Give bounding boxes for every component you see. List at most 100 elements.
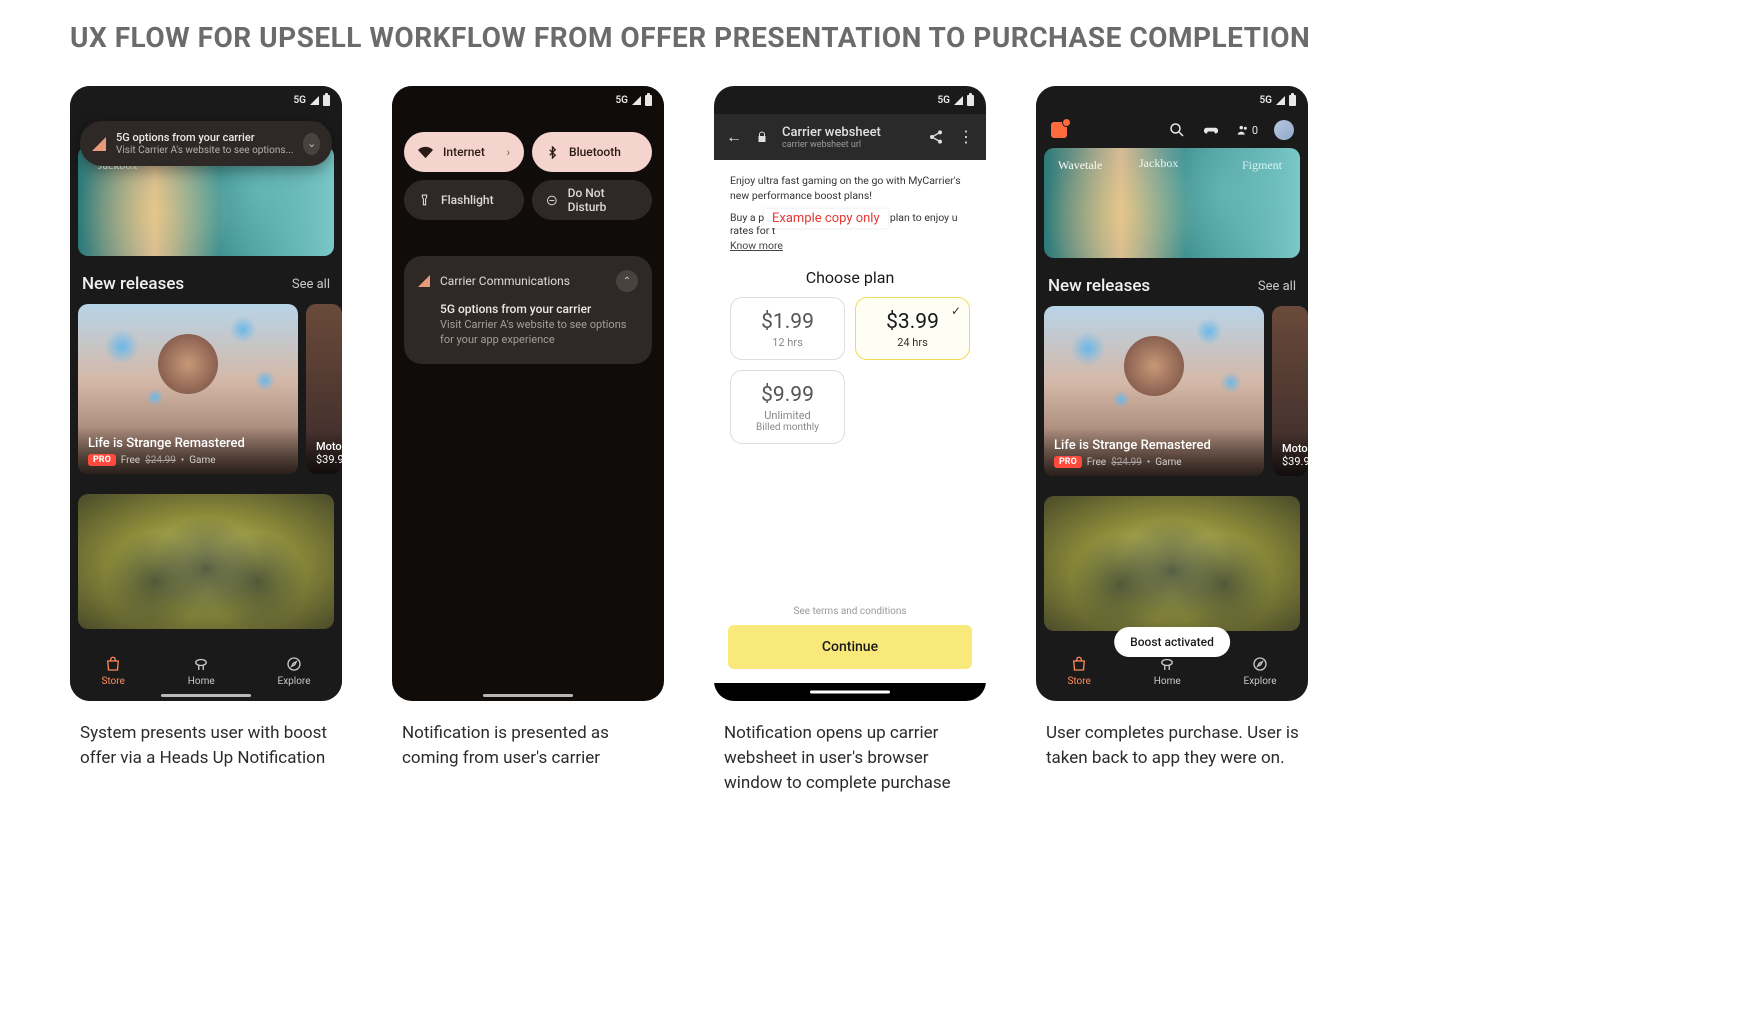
qs-dnd[interactable]: Do Not Disturb — [532, 180, 652, 220]
plan-grid: $1.99 12 hrs $3.99 24 hrs $9.99 Unlimite… — [730, 297, 970, 444]
status-bar: 5G — [70, 86, 342, 114]
heads-up-notification[interactable]: 5G options from your carrier Visit Carri… — [80, 121, 332, 166]
plan-3-sub: Billed monthly — [739, 422, 836, 433]
battery-icon — [645, 95, 652, 106]
nav-store-label: Store — [1067, 676, 1090, 687]
nav-explore[interactable]: Explore — [278, 655, 311, 687]
hun-subtitle: Visit Carrier A's website to see options… — [116, 145, 293, 156]
home-indicator[interactable] — [483, 694, 573, 697]
qs-bluetooth[interactable]: Bluetooth — [532, 132, 652, 172]
battery-icon — [967, 95, 974, 106]
game-card-2[interactable]: Moto $39.99 — [306, 304, 342, 474]
price-strike: $24.99 — [145, 455, 176, 466]
price-free: Free — [1087, 457, 1106, 468]
controller-icon[interactable] — [1202, 121, 1220, 139]
flow-row: 5G Jackbox New releases See all Life is … — [70, 86, 1690, 795]
chevron-down-icon[interactable]: ⌄ — [303, 133, 320, 155]
meta-dot: • — [181, 455, 184, 466]
caption-2: Notification is presented as coming from… — [392, 721, 664, 770]
nav-explore-label: Explore — [1244, 676, 1277, 687]
category: Game — [189, 455, 215, 466]
websheet-body: Enjoy ultra fast gaming on the go with M… — [714, 160, 986, 701]
network-label: 5G — [615, 95, 628, 106]
home-indicator-bar[interactable] — [714, 683, 986, 701]
notification-card[interactable]: Carrier Communications ⌃ 5G options from… — [404, 256, 652, 364]
qs-internet[interactable]: Internet › — [404, 132, 524, 172]
hero-banner[interactable]: Wavetale Jackbox Figment — [1044, 148, 1300, 258]
notif-body: Visit Carrier A's website to see options… — [440, 318, 638, 348]
price-strike: $24.99 — [1111, 457, 1142, 468]
section-header: New releases See all — [70, 274, 342, 304]
flow-step-1: 5G Jackbox New releases See all Life is … — [70, 86, 342, 795]
plan-card-2-selected[interactable]: $3.99 24 hrs — [855, 297, 970, 360]
status-bar: 5G — [392, 86, 664, 114]
qs-flashlight[interactable]: Flashlight — [404, 180, 524, 220]
phone-frame-1: 5G Jackbox New releases See all Life is … — [70, 86, 342, 701]
p2-suffix: plan to enjoy u — [890, 211, 958, 224]
caption-4: User completes purchase. User is taken b… — [1036, 721, 1308, 770]
game2-title: Moto — [316, 440, 332, 453]
game-card-1[interactable]: Life is Strange Remastered PRO Free $24.… — [78, 304, 298, 474]
hero-tag-a: Wavetale — [1058, 158, 1102, 173]
plan-card-1[interactable]: $1.99 12 hrs — [730, 297, 845, 360]
hun-title: 5G options from your carrier — [116, 131, 293, 144]
websheet-intro: Enjoy ultra fast gaming on the go with M… — [730, 174, 970, 202]
bottom-nav: Store Home Explore — [70, 641, 342, 701]
cards-row: Life is Strange Remastered PRO Free $24.… — [70, 304, 342, 494]
game-card-meta: Life is Strange Remastered PRO Free $24.… — [1044, 428, 1264, 476]
nav-explore[interactable]: Explore — [1244, 655, 1277, 687]
flow-step-4: 5G 0 Wavetale Jackbox Figment New releas… — [1036, 86, 1308, 795]
caption-3: Notification opens up carrier websheet i… — [714, 721, 986, 795]
network-label: 5G — [937, 95, 950, 106]
status-bar: 5G — [1036, 86, 1308, 114]
carrier-icon — [92, 137, 106, 151]
hero-tag-b: Jackbox — [1139, 156, 1178, 171]
caption-1: System presents user with boost offer vi… — [70, 721, 342, 770]
nav-home-label: Home — [188, 676, 215, 687]
section-title: New releases — [1048, 276, 1150, 296]
section-header: New releases See all — [1036, 276, 1308, 306]
see-all-link[interactable]: See all — [292, 277, 330, 292]
share-icon[interactable] — [928, 129, 944, 145]
wide-banner[interactable] — [1044, 496, 1300, 631]
plan-1-price: $1.99 — [739, 310, 836, 334]
home-indicator[interactable] — [161, 694, 251, 697]
signal-icon — [954, 96, 963, 105]
battery-icon — [323, 95, 330, 106]
battery-icon — [1289, 95, 1296, 106]
section-title: New releases — [82, 274, 184, 294]
plan-1-duration: 12 hrs — [739, 336, 836, 349]
friends-icon[interactable]: 0 — [1236, 121, 1258, 139]
example-overlay: Example copy only — [764, 209, 888, 228]
pro-badge: PRO — [88, 454, 116, 466]
terms-link[interactable]: See terms and conditions — [730, 596, 970, 625]
avatar[interactable] — [1274, 120, 1294, 140]
search-icon[interactable] — [1168, 121, 1186, 139]
wide-banner[interactable] — [78, 494, 334, 629]
back-icon[interactable]: ← — [726, 127, 742, 147]
game2-price: $39.99 — [1282, 455, 1298, 468]
signal-icon — [310, 96, 319, 105]
see-all-link[interactable]: See all — [1258, 279, 1296, 294]
nav-home[interactable]: Home — [1154, 655, 1181, 687]
game2-title: Moto — [1282, 442, 1298, 455]
nav-home[interactable]: Home — [188, 655, 215, 687]
chevron-up-icon[interactable]: ⌃ — [616, 270, 638, 292]
phone-frame-2: 5G Internet › Bluetooth Flashlight — [392, 86, 664, 701]
continue-button[interactable]: Continue — [728, 625, 972, 669]
game-card-2[interactable]: Moto $39.99 — [1272, 306, 1308, 476]
category: Game — [1155, 457, 1181, 468]
gift-icon[interactable] — [1050, 121, 1068, 139]
nav-store[interactable]: Store — [1067, 655, 1090, 687]
phone-frame-3: 5G ← Carrier websheet carrier websheet u… — [714, 86, 986, 701]
game-card-meta: Life is Strange Remastered PRO Free $24.… — [78, 426, 298, 474]
websheet-para2: Buy a pas xxxxxxxxxxxxxxxxxxxxx plan to … — [730, 211, 970, 237]
nav-store-label: Store — [101, 676, 124, 687]
websheet-title: Carrier websheet — [782, 125, 914, 140]
game-card-1[interactable]: Life is Strange Remastered PRO Free $24.… — [1044, 306, 1264, 476]
nav-store[interactable]: Store — [101, 655, 124, 687]
more-icon[interactable]: ⋮ — [958, 134, 974, 140]
notif-title: 5G options from your carrier — [440, 302, 638, 316]
plan-card-3[interactable]: $9.99 Unlimited Billed monthly — [730, 370, 845, 444]
know-more-link[interactable]: Know more — [730, 239, 970, 252]
